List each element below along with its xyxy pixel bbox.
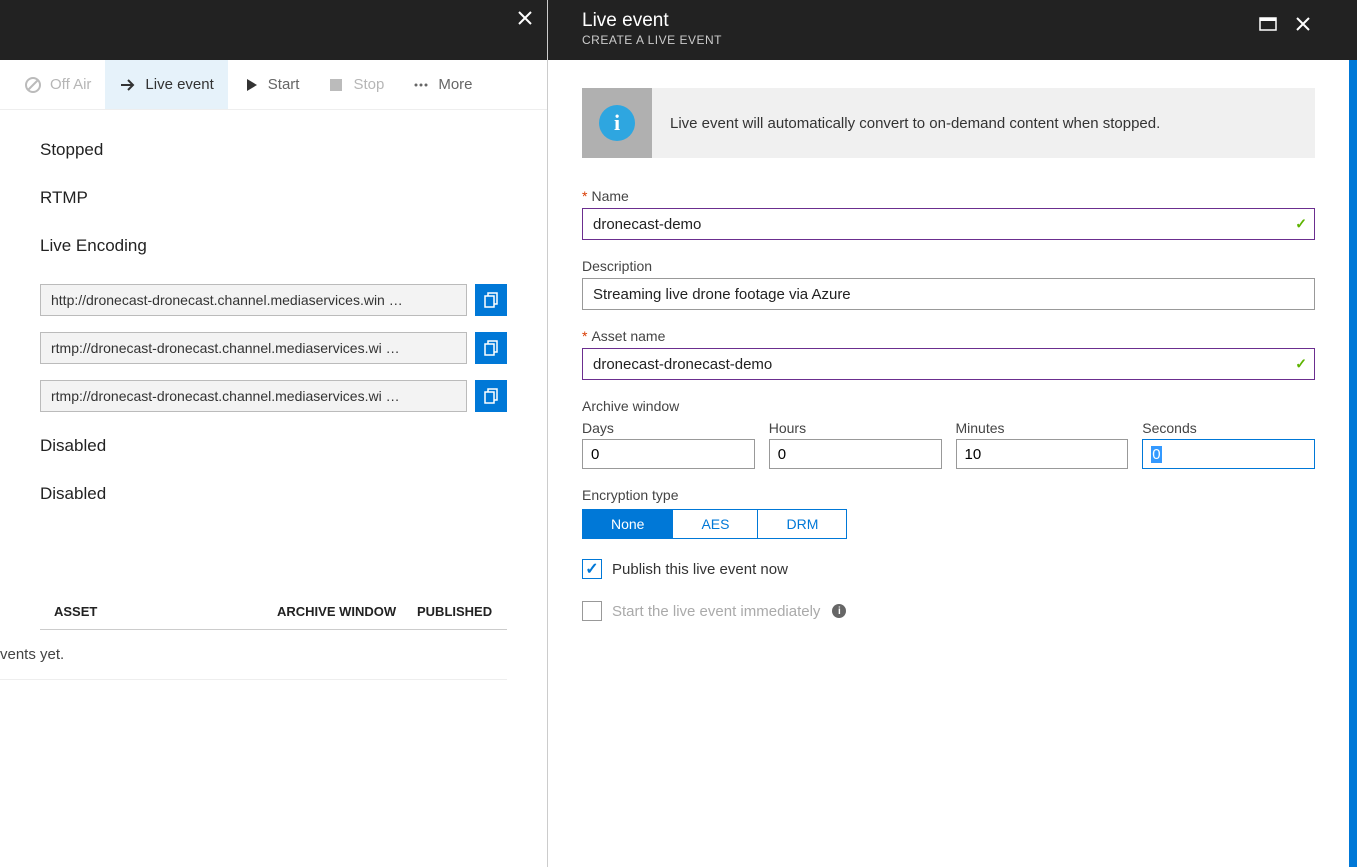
days-input[interactable] [582,439,755,469]
stop-icon [327,76,345,94]
right-header: Live event CREATE A LIVE EVENT [548,0,1357,60]
disabled-text-1: Disabled [40,436,507,456]
days-label: Days [582,420,755,436]
toolbar: Off Air Live event Start Stop [0,60,547,110]
more-label: More [438,76,472,93]
offair-icon [24,76,42,94]
encryption-none[interactable]: None [583,510,673,538]
encryption-label: Encryption type [582,487,1315,503]
left-content: Stopped RTMP Live Encoding http://dronec… [0,110,547,867]
offair-label: Off Air [50,76,91,93]
publish-label: Publish this live event now [612,561,788,578]
arrow-right-icon [119,76,137,94]
seconds-input[interactable]: 0 [1142,439,1315,469]
panel-subtitle: CREATE A LIVE EVENT [582,33,1307,47]
liveevent-label: Live event [145,76,213,93]
more-icon [412,76,430,94]
check-icon: ✓ [1295,356,1307,373]
right-panel: Live event CREATE A LIVE EVENT i Live ev… [548,0,1357,867]
left-panel: Off Air Live event Start Stop [0,0,548,867]
more-button[interactable]: More [398,60,486,109]
maximize-icon[interactable] [1259,17,1277,34]
table-col-asset: ASSET [40,604,277,619]
asset-input[interactable] [582,348,1315,380]
info-text: Live event will automatically convert to… [652,115,1178,132]
info-icon: i [582,88,652,158]
publish-checkbox-row: Publish this live event now [582,559,1315,579]
encryption-aes[interactable]: AES [673,510,758,538]
archive-window-label: Archive window [582,398,1315,414]
table-col-published: PUBLISHED [417,604,507,619]
name-input[interactable] [582,208,1315,240]
publish-checkbox[interactable] [582,559,602,579]
asset-label: *Asset name [582,328,1315,344]
disabled-text-2: Disabled [40,484,507,504]
name-label: *Name [582,188,1315,204]
close-icon[interactable] [1295,16,1311,35]
description-input[interactable] [582,278,1315,310]
info-icon[interactable]: i [832,604,846,618]
url-row-0: http://dronecast-dronecast.channel.media… [40,284,507,316]
right-edge-bar [1349,0,1357,867]
seconds-label: Seconds [1142,420,1315,436]
copy-icon[interactable] [475,332,507,364]
startnow-label: Start the live event immediately [612,603,820,620]
liveevent-button[interactable]: Live event [105,60,227,109]
panel-title: Live event [582,10,1307,32]
stop-label: Stop [353,76,384,93]
stop-button[interactable]: Stop [313,60,398,109]
encryption-drm[interactable]: DRM [758,510,846,538]
check-icon: ✓ [1295,216,1307,233]
archive-window-row: Days Hours Minutes Seconds 0 [582,420,1315,469]
url-row-1: rtmp://dronecast-dronecast.channel.media… [40,332,507,364]
hours-input[interactable] [769,439,942,469]
protocol-text: RTMP [40,188,507,208]
copy-icon[interactable] [475,284,507,316]
url-box[interactable]: http://dronecast-dronecast.channel.media… [40,284,467,316]
hours-label: Hours [769,420,942,436]
right-body: i Live event will automatically convert … [548,60,1349,867]
status-text: Stopped [40,140,507,160]
table-col-archive: ARCHIVE WINDOW [277,604,417,619]
url-box[interactable]: rtmp://dronecast-dronecast.channel.media… [40,332,467,364]
start-button[interactable]: Start [228,60,314,109]
encryption-group: None AES DRM [582,509,847,539]
left-header [0,0,547,60]
close-icon[interactable] [517,10,533,30]
url-box[interactable]: rtmp://dronecast-dronecast.channel.media… [40,380,467,412]
play-icon [242,76,260,94]
start-label: Start [268,76,300,93]
table-empty-text: vents yet. [0,630,507,680]
startnow-checkbox[interactable] [582,601,602,621]
minutes-label: Minutes [956,420,1129,436]
description-label: Description [582,258,1315,274]
url-row-2: rtmp://dronecast-dronecast.channel.media… [40,380,507,412]
table-header: ASSET ARCHIVE WINDOW PUBLISHED [40,594,507,630]
copy-icon[interactable] [475,380,507,412]
startnow-checkbox-row: Start the live event immediately i [582,601,1315,621]
info-banner: i Live event will automatically convert … [582,88,1315,158]
offair-button[interactable]: Off Air [10,60,105,109]
encoding-text: Live Encoding [40,236,507,256]
minutes-input[interactable] [956,439,1129,469]
